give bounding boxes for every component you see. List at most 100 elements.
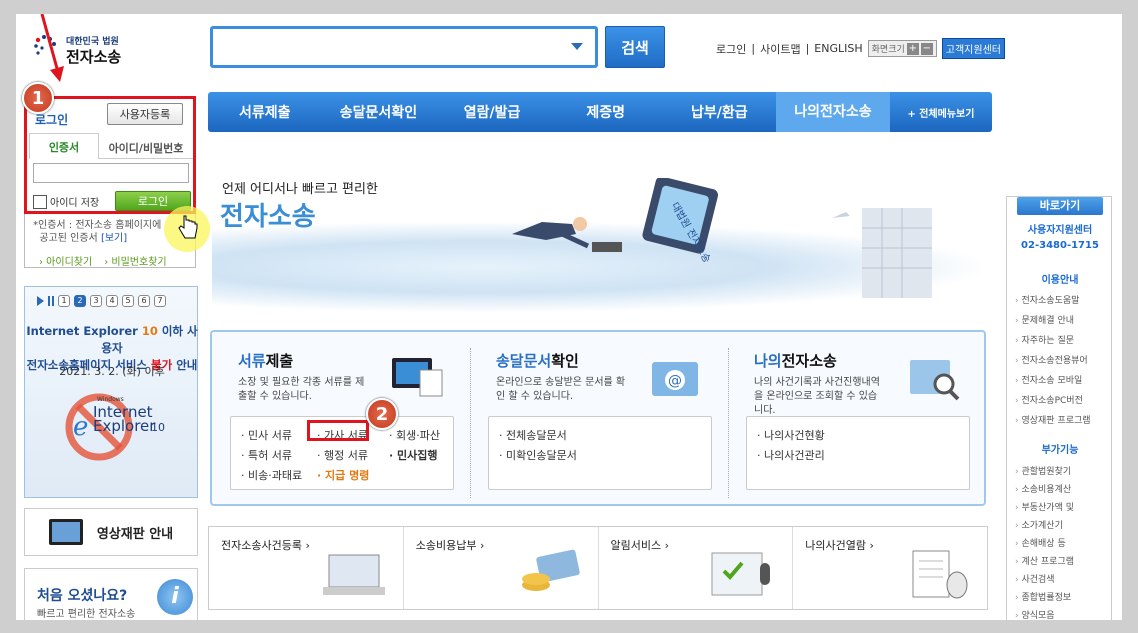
- sidebar-item[interactable]: 자주하는 질문: [1015, 331, 1091, 351]
- card-coins-icon: [521, 549, 580, 591]
- banner-page-5[interactable]: 5: [122, 295, 134, 307]
- svg-text:e: e: [73, 412, 88, 442]
- sidebar-item[interactable]: 부동산가액 및: [1015, 499, 1074, 517]
- service-delivery-check: 송달문서확인 온라인으로 송달받은 문서를 확인 할 수 있습니다. @ · 전…: [470, 332, 728, 504]
- find-password-link[interactable]: › 비밀번호찾기: [104, 253, 166, 268]
- search-box[interactable]: [210, 26, 598, 68]
- court-building-icon: [832, 208, 932, 298]
- sidebar-item[interactable]: 관할법원찾기: [1015, 463, 1074, 481]
- extra-features-list: 관할법원찾기 소송비용계산 부동산가액 및 소가계산기 손해배상 등 계산 프로…: [1015, 463, 1074, 620]
- shortcut-fee-payment[interactable]: 소송비용납부 ›: [404, 527, 599, 609]
- service-desc: 온라인으로 송달받은 문서를 확인 할 수 있습니다.: [496, 377, 626, 402]
- sitemap-link[interactable]: 사이트맵: [760, 41, 800, 57]
- highlight-box-family: [307, 420, 369, 441]
- calendar-mic-icon: [711, 552, 771, 596]
- shortcut-label: 알림서비스 ›: [610, 539, 670, 552]
- nav-item-payment-refund[interactable]: 납부/환급: [663, 102, 777, 122]
- note-line2: 공고된 인증서: [39, 233, 98, 244]
- sidebar-item[interactable]: 양식모음: [1015, 607, 1074, 620]
- nav-item-view-issue[interactable]: 열람/발급: [435, 102, 549, 122]
- quick-links-title: 바로가기: [1017, 197, 1103, 215]
- link-rehabilitation-bankruptcy[interactable]: · 회생·파산: [389, 427, 440, 443]
- pause-icon[interactable]: [48, 296, 54, 306]
- help-center-button[interactable]: 고객지원센터: [941, 38, 1005, 59]
- sidebar-item[interactable]: 전자소송PC버전: [1015, 391, 1091, 411]
- link-non-contentious-fines[interactable]: · 비송·과태료: [241, 467, 302, 483]
- banner-page-4[interactable]: 4: [106, 295, 118, 307]
- hand-cursor-icon: [178, 215, 198, 239]
- banner-page-2[interactable]: 2: [74, 295, 86, 307]
- sidebar-item[interactable]: 손해배상 등: [1015, 535, 1074, 553]
- link-administrative-documents[interactable]: · 행정 서류: [317, 447, 368, 463]
- shortcut-case-register[interactable]: 전자소송사건등록 ›: [209, 527, 404, 609]
- video-trial-banner[interactable]: 영상재판 안내: [24, 508, 198, 556]
- usage-guide-list: 전자소송도움말 문제해결 안내 자주하는 질문 전자소송전용뷰어 전자소송 모바…: [1015, 291, 1091, 431]
- support-center-label[interactable]: 사용자지원센터: [1028, 225, 1092, 236]
- sidebar-item[interactable]: 전자소송전용뷰어: [1015, 351, 1091, 371]
- service-my-ecourt: 나의전자소송 나의 사건기록과 사건진행내역을 온라인으로 조회할 수 있습니다…: [728, 332, 986, 504]
- ie-notice-banner[interactable]: 1 2 3 4 5 6 7 Internet Explorer 10 이하 사용…: [24, 286, 198, 498]
- link-civil-execution[interactable]: · 민사집행: [389, 447, 438, 463]
- banner-page-7[interactable]: 7: [154, 295, 166, 307]
- sidebar-item[interactable]: 문제해결 안내: [1015, 311, 1091, 331]
- nav-item-all-menu[interactable]: + 전체메뉴보기: [890, 105, 992, 120]
- sidebar-item[interactable]: 종합법률정보: [1015, 589, 1074, 607]
- sidebar-item[interactable]: 사건검색: [1015, 571, 1074, 589]
- banner-page-1[interactable]: 1: [58, 295, 70, 307]
- first-visit-banner[interactable]: 처음 오셨나요? 빠르고 편리한 전자소송 i: [24, 568, 198, 620]
- link-patent-documents[interactable]: · 특허 서류: [241, 447, 292, 463]
- nav-item-document-submit[interactable]: 서류제출: [208, 102, 322, 122]
- link-my-case-management[interactable]: · 나의사건관리: [757, 447, 825, 463]
- hero-banner: 언제 어디서나 빠르고 편리한 전자소송 대법원 전자소송: [212, 164, 982, 314]
- chevron-down-icon[interactable]: [571, 43, 583, 50]
- banner-headline-version: 10: [141, 324, 158, 338]
- email-folder-icon: @: [652, 362, 698, 396]
- sidebar-item[interactable]: 영상재판 프로그램: [1015, 411, 1090, 431]
- link-all-delivered[interactable]: · 전체송달문서: [499, 427, 567, 443]
- service-title-a: 송달문서: [496, 352, 552, 370]
- shortcut-label: 소송비용납부 ›: [415, 539, 485, 552]
- login-link[interactable]: 로그인: [716, 41, 746, 57]
- service-title-b: 확인: [551, 352, 579, 370]
- link-my-case-status[interactable]: · 나의사건현황: [757, 427, 825, 443]
- service-desc: 소장 및 필요한 각종 서류를 제출할 수 있습니다.: [238, 377, 365, 402]
- link-payment-order[interactable]: · 지급 명령: [317, 467, 369, 483]
- separator: |: [805, 42, 810, 55]
- monitor-document-icon: [392, 358, 443, 397]
- english-link[interactable]: ENGLISH: [814, 42, 862, 55]
- ie-prohibited-icon: Windows Internet Explorer 10 e: [65, 393, 165, 461]
- banner-headline-a: Internet Explorer: [26, 324, 142, 338]
- nav-item-delivery-check[interactable]: 송달문서확인: [322, 102, 436, 122]
- step-marker-1: 1: [22, 82, 54, 114]
- sidebar-item[interactable]: 소가계산기: [1015, 517, 1074, 535]
- nav-item-my-ecourt[interactable]: 나의전자소송: [776, 92, 890, 132]
- banner-page-3[interactable]: 3: [90, 295, 102, 307]
- search-input[interactable]: [213, 29, 553, 63]
- ie-logo-word2: Explorer: [93, 417, 156, 435]
- link-unread-delivered[interactable]: · 미확인송달문서: [499, 447, 577, 463]
- sidebar-item[interactable]: 소송비용계산: [1015, 481, 1074, 499]
- link-civil-documents[interactable]: · 민사 서류: [241, 427, 292, 443]
- shortcut-row: 전자소송사건등록 › 소송비용납부 › 알림서비스 › 나의사건열람 ›: [208, 526, 988, 610]
- find-id-link[interactable]: › 아이디찾기: [39, 253, 92, 268]
- shortcut-case-view[interactable]: 나의사건열람 ›: [793, 527, 987, 609]
- sidebar-item[interactable]: 전자소송 모바일: [1015, 371, 1091, 391]
- quick-links-sidebar: 바로가기 사용자지원센터 02-3480-1715 이용안내 전자소송도움말 문제…: [1006, 196, 1112, 620]
- zoom-label: 화면크기: [871, 45, 905, 55]
- service-title[interactable]: 서류제출: [238, 350, 293, 371]
- sidebar-item[interactable]: 전자소송도움말: [1015, 291, 1091, 311]
- service-title[interactable]: 송달문서확인: [496, 350, 579, 371]
- play-icon[interactable]: [37, 296, 44, 306]
- zoom-out-button[interactable]: −: [920, 42, 933, 55]
- search-button[interactable]: 검색: [605, 26, 665, 68]
- shortcut-notification[interactable]: 알림서비스 ›: [599, 527, 794, 609]
- zoom-in-button[interactable]: +: [906, 42, 919, 55]
- service-title[interactable]: 나의전자소송: [754, 350, 837, 371]
- document-mouse-icon: [912, 550, 968, 599]
- certificate-note: *인증서 : 전자소송 홈페이지에 공고된 인증서 [보기]: [33, 219, 183, 245]
- view-link[interactable]: [보기]: [101, 233, 127, 244]
- sidebar-item[interactable]: 계산 프로그램: [1015, 553, 1074, 571]
- find-links: › 아이디찾기 › 비밀번호찾기: [39, 253, 167, 268]
- banner-page-6[interactable]: 6: [138, 295, 150, 307]
- nav-item-certificates[interactable]: 제증명: [549, 102, 663, 122]
